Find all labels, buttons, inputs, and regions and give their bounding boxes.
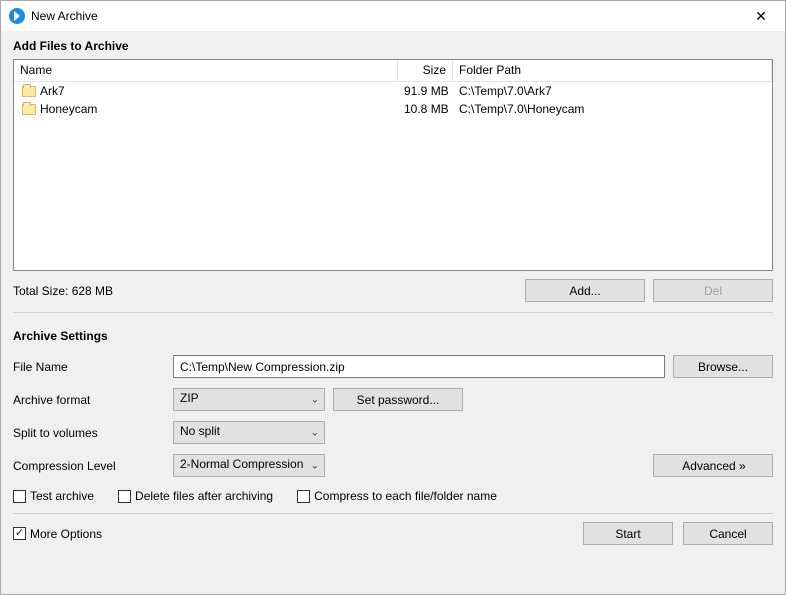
titlebar: New Archive ✕ <box>1 1 785 31</box>
filename-input[interactable] <box>173 355 665 378</box>
compress-each-checkbox[interactable]: Compress to each file/folder name <box>297 489 497 503</box>
col-path[interactable]: Folder Path <box>453 60 772 81</box>
new-archive-window: New Archive ✕ Add Files to Archive Name … <box>0 0 786 595</box>
checkbox-icon <box>297 490 310 503</box>
bottom-bar: More Options Start Cancel <box>13 522 773 545</box>
total-size-label: Total Size: 628 MB <box>13 284 525 298</box>
row-name: Ark7 <box>40 84 65 98</box>
close-icon: ✕ <box>755 9 767 23</box>
more-options-checkbox[interactable]: More Options <box>13 527 573 541</box>
add-section-title: Add Files to Archive <box>13 39 773 53</box>
cancel-button[interactable]: Cancel <box>683 522 773 545</box>
close-button[interactable]: ✕ <box>741 2 781 30</box>
row-size: 91.9 MB <box>398 84 453 98</box>
row-path: C:\Temp\7.0\Ark7 <box>453 84 772 98</box>
app-icon <box>9 8 25 24</box>
table-row[interactable]: Honeycam 10.8 MB C:\Temp\7.0\Honeycam <box>14 100 772 118</box>
add-button[interactable]: Add... <box>525 279 645 302</box>
del-button[interactable]: Del <box>653 279 773 302</box>
col-size[interactable]: Size <box>398 60 453 81</box>
row-size: 10.8 MB <box>398 102 453 116</box>
checkbox-icon <box>13 490 26 503</box>
filename-label: File Name <box>13 360 173 374</box>
checkbox-row: Test archive Delete files after archivin… <box>13 489 773 503</box>
set-password-button[interactable]: Set password... <box>333 388 463 411</box>
col-name[interactable]: Name <box>14 60 398 81</box>
split-label: Split to volumes <box>13 426 173 440</box>
compression-level-label: Compression Level <box>13 459 173 473</box>
checkbox-icon <box>13 527 26 540</box>
file-list-rows: Ark7 91.9 MB C:\Temp\7.0\Ark7 Honeycam 1… <box>14 82 772 118</box>
folder-icon <box>22 104 36 115</box>
separator <box>13 513 773 514</box>
start-button[interactable]: Start <box>583 522 673 545</box>
browse-button[interactable]: Browse... <box>673 355 773 378</box>
window-title: New Archive <box>31 9 98 23</box>
compression-level-select[interactable]: 2-Normal Compression <box>173 454 325 477</box>
archive-format-select[interactable]: ZIP <box>173 388 325 411</box>
archive-format-label: Archive format <box>13 393 173 407</box>
row-name: Honeycam <box>40 102 97 116</box>
separator <box>13 312 773 313</box>
advanced-button[interactable]: Advanced » <box>653 454 773 477</box>
archive-section-title: Archive Settings <box>13 329 773 343</box>
totals-row: Total Size: 628 MB Add... Del <box>13 279 773 302</box>
file-list-header: Name Size Folder Path <box>14 60 772 82</box>
dialog-body: Add Files to Archive Name Size Folder Pa… <box>1 31 785 594</box>
file-list[interactable]: Name Size Folder Path Ark7 91.9 MB C:\Te… <box>13 59 773 271</box>
test-archive-checkbox[interactable]: Test archive <box>13 489 94 503</box>
split-select[interactable]: No split <box>173 421 325 444</box>
table-row[interactable]: Ark7 91.9 MB C:\Temp\7.0\Ark7 <box>14 82 772 100</box>
delete-after-checkbox[interactable]: Delete files after archiving <box>118 489 273 503</box>
checkbox-icon <box>118 490 131 503</box>
row-path: C:\Temp\7.0\Honeycam <box>453 102 772 116</box>
folder-icon <box>22 86 36 97</box>
